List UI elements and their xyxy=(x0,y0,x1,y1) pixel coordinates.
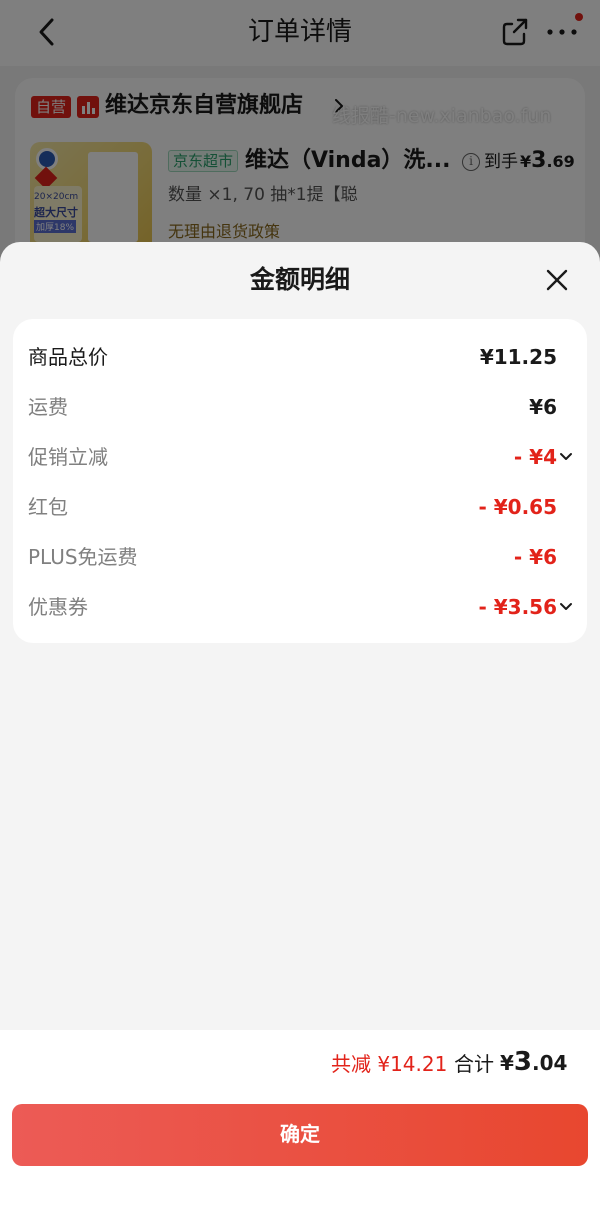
row-value: ¥6 xyxy=(529,395,557,419)
row-label: 运费 xyxy=(28,395,68,419)
total-amount: ¥3.04 xyxy=(500,1047,568,1077)
row-value: ¥11.25 xyxy=(479,345,557,369)
row-value: - ¥4 xyxy=(513,445,557,469)
row-label: PLUS免运费 xyxy=(28,545,138,569)
row-value: - ¥3.56 xyxy=(478,595,557,619)
amount-detail-card: 商品总价 ¥11.25 运费 ¥6 促销立减 - ¥4 红包 - ¥0.65 P… xyxy=(13,319,587,643)
confirm-button[interactable]: 确定 xyxy=(12,1104,588,1166)
row-plus-free-shipping: PLUS免运费 - ¥6 xyxy=(13,537,587,577)
sheet-title: 金额明细 xyxy=(249,265,350,294)
row-shipping: 运费 ¥6 xyxy=(13,387,587,427)
row-promotion[interactable]: 促销立减 - ¥4 xyxy=(13,437,587,477)
close-icon[interactable] xyxy=(543,266,571,294)
row-value: - ¥0.65 xyxy=(478,495,557,519)
confirm-area: 确定 xyxy=(0,1100,600,1217)
row-label: 红包 xyxy=(28,495,68,519)
row-label: 商品总价 xyxy=(28,345,108,369)
row-goods-total: 商品总价 ¥11.25 xyxy=(13,337,587,377)
amount-detail-sheet: 金额明细 商品总价 ¥11.25 运费 ¥6 促销立减 - ¥4 红包 - ¥0… xyxy=(0,242,600,1217)
total-label: 合计 xyxy=(454,1052,494,1076)
row-red-packet: 红包 - ¥0.65 xyxy=(13,487,587,527)
summary-bar: 共减 ¥14.21 合计 ¥3.04 xyxy=(0,1030,600,1100)
row-label: 促销立减 xyxy=(28,445,108,469)
chevron-down-icon[interactable] xyxy=(559,601,573,613)
row-coupon[interactable]: 优惠券 - ¥3.56 xyxy=(13,587,587,627)
row-value: - ¥6 xyxy=(513,545,557,569)
row-label: 优惠券 xyxy=(28,595,88,619)
total-saving: 共减 ¥14.21 xyxy=(331,1052,448,1076)
chevron-down-icon[interactable] xyxy=(559,451,573,463)
